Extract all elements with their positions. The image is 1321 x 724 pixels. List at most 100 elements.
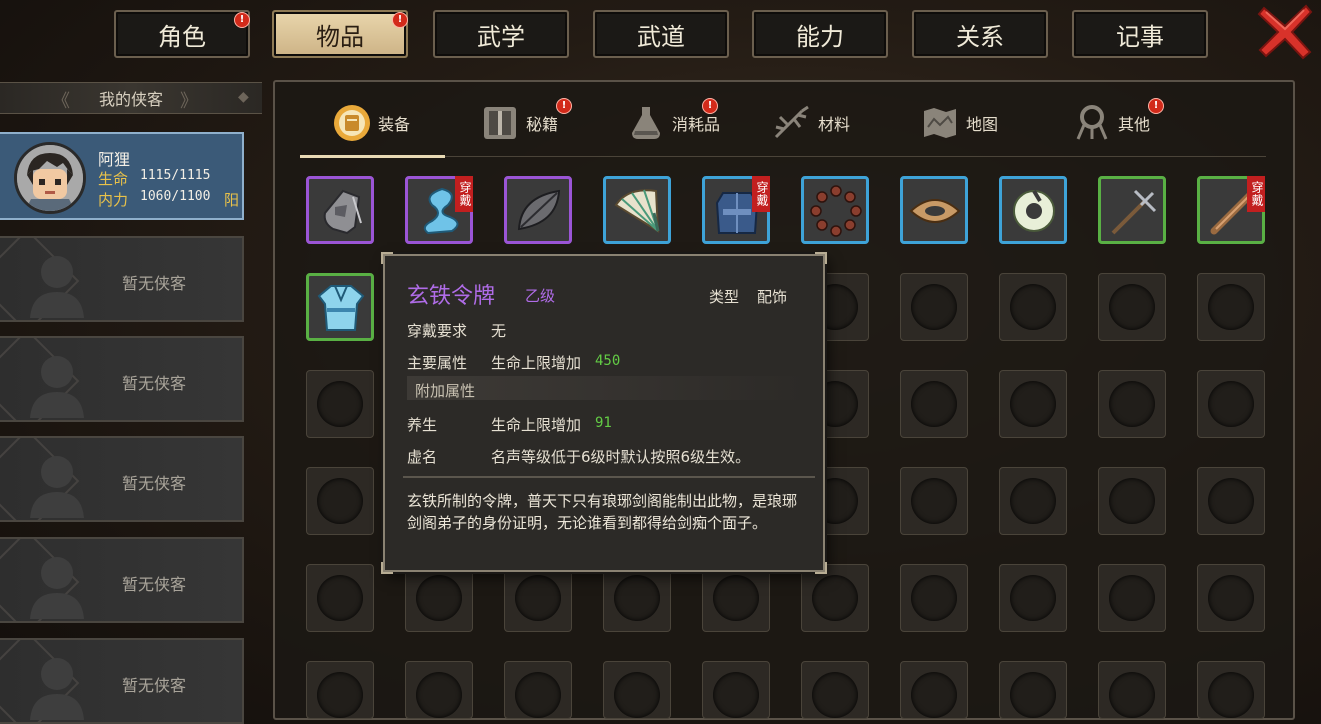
inventory-slot[interactable]	[999, 467, 1067, 535]
inventory-slot[interactable]	[1197, 370, 1265, 438]
inventory-slot[interactable]	[999, 661, 1067, 719]
inventory-item[interactable]	[306, 273, 374, 341]
inventory-item[interactable]: 穿戴	[405, 176, 473, 244]
inventory-slot[interactable]	[999, 273, 1067, 341]
inventory-slot[interactable]	[1197, 564, 1265, 632]
close-button[interactable]	[1256, 2, 1314, 60]
mp-label: 内力	[98, 191, 129, 209]
silhouette-icon	[30, 557, 84, 619]
type-label: 类型	[709, 288, 740, 306]
inventory-slot[interactable]	[801, 661, 869, 719]
inventory-item[interactable]	[801, 176, 869, 244]
inventory-slot[interactable]	[702, 564, 770, 632]
slot-ring	[911, 575, 957, 621]
inventory-item[interactable]	[603, 176, 671, 244]
slot-ring	[1208, 575, 1254, 621]
category-label: 消耗品	[672, 115, 721, 134]
inventory-slot[interactable]	[504, 661, 572, 719]
category-tab-equipment[interactable]: 装备	[332, 96, 410, 150]
empty-hero-slot[interactable]: 暂无侠客	[0, 336, 244, 422]
inventory-slot[interactable]	[702, 661, 770, 719]
slot-ring	[416, 672, 462, 718]
tab-relations[interactable]: 关系	[912, 10, 1048, 58]
tab-martial-way[interactable]: 武道	[593, 10, 729, 58]
inventory-slot[interactable]	[405, 661, 473, 719]
inventory-slot[interactable]	[405, 564, 473, 632]
slot-ring	[812, 575, 858, 621]
inventory-slot[interactable]	[900, 661, 968, 719]
inventory-item[interactable]: 穿戴	[1197, 176, 1265, 244]
slot-ring	[911, 478, 957, 524]
inventory-slot[interactable]	[306, 661, 374, 719]
inventory-slot[interactable]	[900, 564, 968, 632]
hero-card[interactable]: 阿狸 生命 1115/1115 内力 1060/1100 阳	[0, 132, 244, 220]
empty-hero-slot[interactable]: 暂无侠客	[0, 236, 244, 322]
inventory-slot[interactable]	[504, 564, 572, 632]
category-tab-consumables[interactable]: 消耗品 !	[626, 96, 720, 150]
slot-ring	[713, 672, 759, 718]
tab-label: 记事	[1116, 22, 1164, 51]
category-label: 秘籍	[526, 115, 559, 134]
empty-hero-slot[interactable]: 暂无侠客	[0, 436, 244, 522]
inventory-slot[interactable]	[1098, 467, 1166, 535]
item-grade: 乙级	[525, 287, 556, 305]
tab-character[interactable]: 角色 !	[114, 10, 250, 58]
slot-ring	[1010, 672, 1056, 718]
map-icon	[924, 108, 956, 138]
inventory-slot[interactable]	[900, 467, 968, 535]
inventory-slot[interactable]	[900, 273, 968, 341]
inventory-item[interactable]	[504, 176, 572, 244]
left-arrow-ornament-icon: 《	[52, 91, 70, 112]
inventory-slot[interactable]	[306, 467, 374, 535]
category-tab-materials[interactable]: 材料	[772, 96, 850, 150]
slot-ring	[614, 575, 660, 621]
inventory-slot[interactable]	[306, 564, 374, 632]
type-value: 配饰	[757, 288, 788, 306]
notification-badge: !	[392, 12, 408, 28]
inventory-slot[interactable]	[801, 564, 869, 632]
inventory-item[interactable]	[1098, 176, 1166, 244]
beads-icon	[810, 185, 862, 237]
inventory-slot[interactable]	[603, 564, 671, 632]
inventory-slot[interactable]	[999, 370, 1067, 438]
category-tab-others[interactable]: 其他 !	[1072, 96, 1164, 150]
slot-ring	[317, 381, 363, 427]
potion-icon	[632, 107, 660, 139]
inventory-slot[interactable]	[603, 661, 671, 719]
tab-journal[interactable]: 记事	[1072, 10, 1208, 58]
mp-value: 1060/1100	[140, 189, 211, 204]
empty-hero-slot[interactable]: 暂无侠客	[0, 638, 244, 724]
inventory-slot[interactable]	[999, 564, 1067, 632]
inventory-slot[interactable]	[1197, 273, 1265, 341]
extra-attribute-text: 名声等级低于6级时默认按照6级生效。	[491, 448, 751, 466]
inventory-slot[interactable]	[1098, 273, 1166, 341]
tooltip-corner	[815, 562, 827, 574]
tab-abilities[interactable]: 能力	[752, 10, 888, 58]
tab-martial-arts[interactable]: 武学	[433, 10, 569, 58]
notification-badge: !	[1148, 98, 1164, 114]
right-arrow-ornament-icon: 》	[180, 91, 198, 112]
category-tab-maps[interactable]: 地图	[920, 96, 998, 150]
hero-name: 阿狸	[98, 150, 131, 169]
empty-hero-slot[interactable]: 暂无侠客	[0, 537, 244, 623]
inventory-item[interactable]	[999, 176, 1067, 244]
herb-icon	[774, 105, 809, 139]
inventory-item[interactable]: 穿戴	[702, 176, 770, 244]
tab-label: 能力	[796, 22, 844, 51]
jade-ring-icon	[1013, 189, 1055, 232]
inventory-item[interactable]	[900, 176, 968, 244]
inventory-slot[interactable]	[900, 370, 968, 438]
tab-items[interactable]: 物品 !	[272, 10, 408, 58]
requirement-value: 无	[491, 322, 507, 340]
inventory-slot[interactable]	[306, 370, 374, 438]
inventory-slot[interactable]	[1098, 564, 1166, 632]
inventory-slot[interactable]	[1098, 370, 1166, 438]
inventory-slot[interactable]	[1098, 661, 1166, 719]
inventory-slot[interactable]	[1197, 661, 1265, 719]
token-icon	[323, 189, 362, 235]
inventory-slot[interactable]	[1197, 467, 1265, 535]
slot-ring	[416, 575, 462, 621]
category-tab-manuals[interactable]: 秘籍 !	[480, 96, 572, 150]
inventory-item[interactable]	[306, 176, 374, 244]
requirement-label: 穿戴要求	[407, 322, 468, 340]
